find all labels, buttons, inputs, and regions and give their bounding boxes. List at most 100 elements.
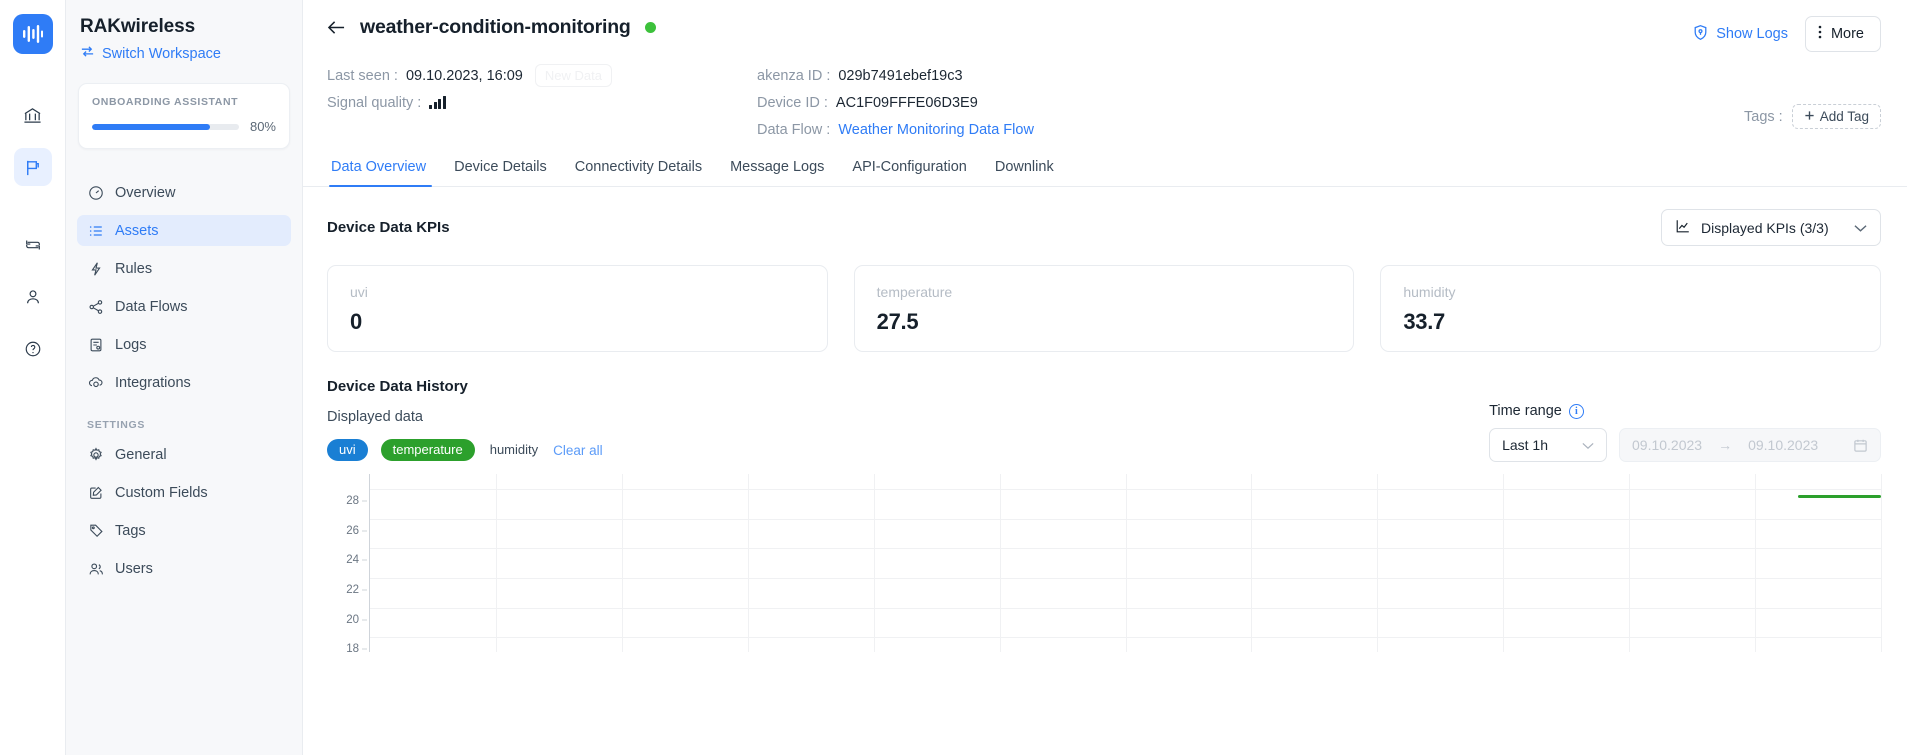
sidebar-item-rules[interactable]: Rules	[77, 253, 291, 284]
show-logs-label: Show Logs	[1716, 26, 1788, 42]
history-section-header: Device Data History	[303, 352, 1907, 395]
tag-icon	[87, 522, 104, 539]
chip-uvi[interactable]: uvi	[327, 439, 368, 461]
chart-y-tick-mark	[362, 648, 367, 650]
new-data-badge[interactable]: New Data	[534, 64, 612, 87]
sidebar-item-label: Logs	[115, 336, 147, 353]
tab-connectivity-details[interactable]: Connectivity Details	[561, 159, 716, 186]
line-chart-icon	[1675, 218, 1691, 237]
clear-all-button[interactable]: Clear all	[553, 443, 603, 458]
chart-y-tick-label: 26	[346, 524, 359, 537]
bank-icon[interactable]	[14, 96, 52, 134]
sidebar-item-tags[interactable]: Tags	[77, 515, 291, 546]
add-tag-button[interactable]: Add Tag	[1791, 104, 1881, 129]
kpi-card-humidity: humidity 33.7	[1380, 265, 1882, 352]
help-circle-icon[interactable]	[14, 330, 52, 368]
sidebar-item-label: Assets	[115, 222, 159, 239]
tab-device-details[interactable]: Device Details	[440, 159, 561, 186]
kpi-cards: uvi 0 temperature 27.5 humidity 33.7	[303, 246, 1907, 352]
tab-message-logs[interactable]: Message Logs	[716, 159, 838, 186]
akenza-id-row: akenza ID : 029b7491ebef19c3	[757, 62, 1227, 89]
sidebar-item-general[interactable]: General	[77, 439, 291, 470]
list-icon	[87, 222, 104, 239]
lightning-icon	[87, 260, 104, 277]
onboarding-progress-fill	[92, 123, 210, 130]
sidebar-item-integrations[interactable]: Integrations	[77, 367, 291, 398]
data-flow-link[interactable]: Weather Monitoring Data Flow	[838, 122, 1034, 138]
share-nodes-icon	[87, 298, 104, 315]
more-button[interactable]: More	[1804, 16, 1881, 52]
sidebar-section-settings: SETTINGS	[87, 419, 146, 431]
chart-gridline-vertical	[1125, 474, 1127, 652]
sidebar-item-label: Rules	[115, 260, 153, 277]
onboarding-assistant-card[interactable]: ONBOARDING ASSISTANT 80%	[78, 83, 290, 149]
data-flow-label: Data Flow :	[757, 121, 831, 138]
chip-humidity[interactable]: humidity	[488, 439, 540, 461]
tab-api-configuration[interactable]: API-Configuration	[838, 159, 980, 186]
chart-y-tick-mark	[362, 530, 367, 531]
document-log-icon	[87, 336, 104, 353]
chart-y-tick-mark	[362, 589, 367, 591]
tab-downlink[interactable]: Downlink	[981, 159, 1068, 186]
header-actions: Show Logs More	[1692, 16, 1881, 52]
sidebar-item-assets[interactable]: Assets	[77, 215, 291, 246]
chart-y-axis: 28 26 24 22 20 18	[327, 474, 367, 655]
last-seen-row: Last seen : 09.10.2023, 16:09 New Data	[327, 62, 757, 89]
workspace-block: RAKwireless Switch Workspace	[66, 0, 302, 63]
sidebar: RAKwireless Switch Workspace ONBOARDING …	[66, 0, 303, 755]
device-id-label: Device ID :	[757, 94, 828, 111]
arrow-left-icon[interactable]	[327, 19, 346, 36]
chart-y-tick-mark	[362, 559, 367, 561]
sidebar-item-label: Users	[115, 560, 153, 577]
sidebar-item-label: Data Flows	[115, 298, 188, 315]
sidebar-item-custom-fields[interactable]: Custom Fields	[77, 477, 291, 508]
date-from-value: 09.10.2023	[1632, 437, 1703, 453]
switch-workspace-button[interactable]: Switch Workspace	[80, 44, 286, 63]
chevron-down-icon	[1854, 220, 1867, 236]
sidebar-item-logs[interactable]: Logs	[77, 329, 291, 360]
user-icon[interactable]	[14, 278, 52, 316]
device-meta: Last seen : 09.10.2023, 16:09 New Data S…	[303, 52, 1907, 143]
last-seen-value: 09.10.2023, 16:09	[405, 67, 523, 84]
sidebar-nav: Overview Assets Rules Data Flows Logs In…	[66, 177, 302, 591]
history-section-title: Device Data History	[327, 378, 468, 395]
sidebar-item-users[interactable]: Users	[77, 553, 291, 584]
chart-y-tick-label: 18	[346, 643, 359, 656]
time-range-controls: Last 1h 09.10.2023 → 09.10.2023	[1489, 428, 1881, 462]
soundwave-logo-icon[interactable]	[12, 14, 53, 54]
device-id-row: Device ID : AC1F09FFFE06D3E9	[757, 89, 1227, 116]
tab-data-overview[interactable]: Data Overview	[327, 159, 440, 187]
info-circle-icon[interactable]: i	[1568, 403, 1584, 419]
displayed-kpis-select[interactable]: Displayed KPIs (3/3)	[1661, 209, 1881, 246]
page-title: weather-condition-monitoring	[360, 16, 631, 38]
show-logs-button[interactable]: Show Logs	[1692, 24, 1788, 45]
meta-column-right: akenza ID : 029b7491ebef19c3 Device ID :…	[757, 62, 1227, 143]
edit-square-icon	[87, 484, 104, 501]
tags-label: Tags :	[1744, 108, 1783, 125]
loop-icon[interactable]	[14, 226, 52, 264]
flag-icon[interactable]	[13, 148, 52, 186]
range-preset-value: Last 1h	[1502, 437, 1548, 453]
date-range-picker[interactable]: 09.10.2023 → 09.10.2023	[1619, 428, 1881, 462]
kpi-value: 27.5	[876, 309, 919, 334]
sidebar-item-data-flows[interactable]: Data Flows	[77, 291, 291, 322]
dots-vertical-icon	[1818, 24, 1822, 44]
chip-temperature[interactable]: temperature	[380, 439, 475, 461]
switch-arrows-icon	[80, 44, 95, 63]
chart-gridline-vertical	[747, 474, 749, 652]
akenza-id-value: 029b7491ebef19c3	[838, 67, 963, 84]
range-preset-select[interactable]: Last 1h	[1489, 428, 1607, 462]
chart-y-tick-mark	[362, 500, 367, 502]
workspace-name: RAKwireless	[80, 16, 196, 37]
chart-y-tick-label: 24	[346, 554, 359, 567]
chart-series-temperature	[1797, 494, 1881, 498]
displayed-kpis-label: Displayed KPIs (3/3)	[1701, 219, 1829, 236]
date-range-arrow: →	[1718, 437, 1733, 453]
sidebar-item-label: Tags	[115, 522, 146, 539]
chart-y-tick-label: 20	[346, 613, 359, 626]
chart-gridline-vertical	[1881, 474, 1882, 652]
chart-plot-area[interactable]	[369, 474, 1882, 652]
chart-gridline-vertical	[1377, 474, 1379, 652]
sidebar-item-overview[interactable]: Overview	[77, 177, 291, 208]
chart-gridline-vertical	[999, 474, 1001, 652]
